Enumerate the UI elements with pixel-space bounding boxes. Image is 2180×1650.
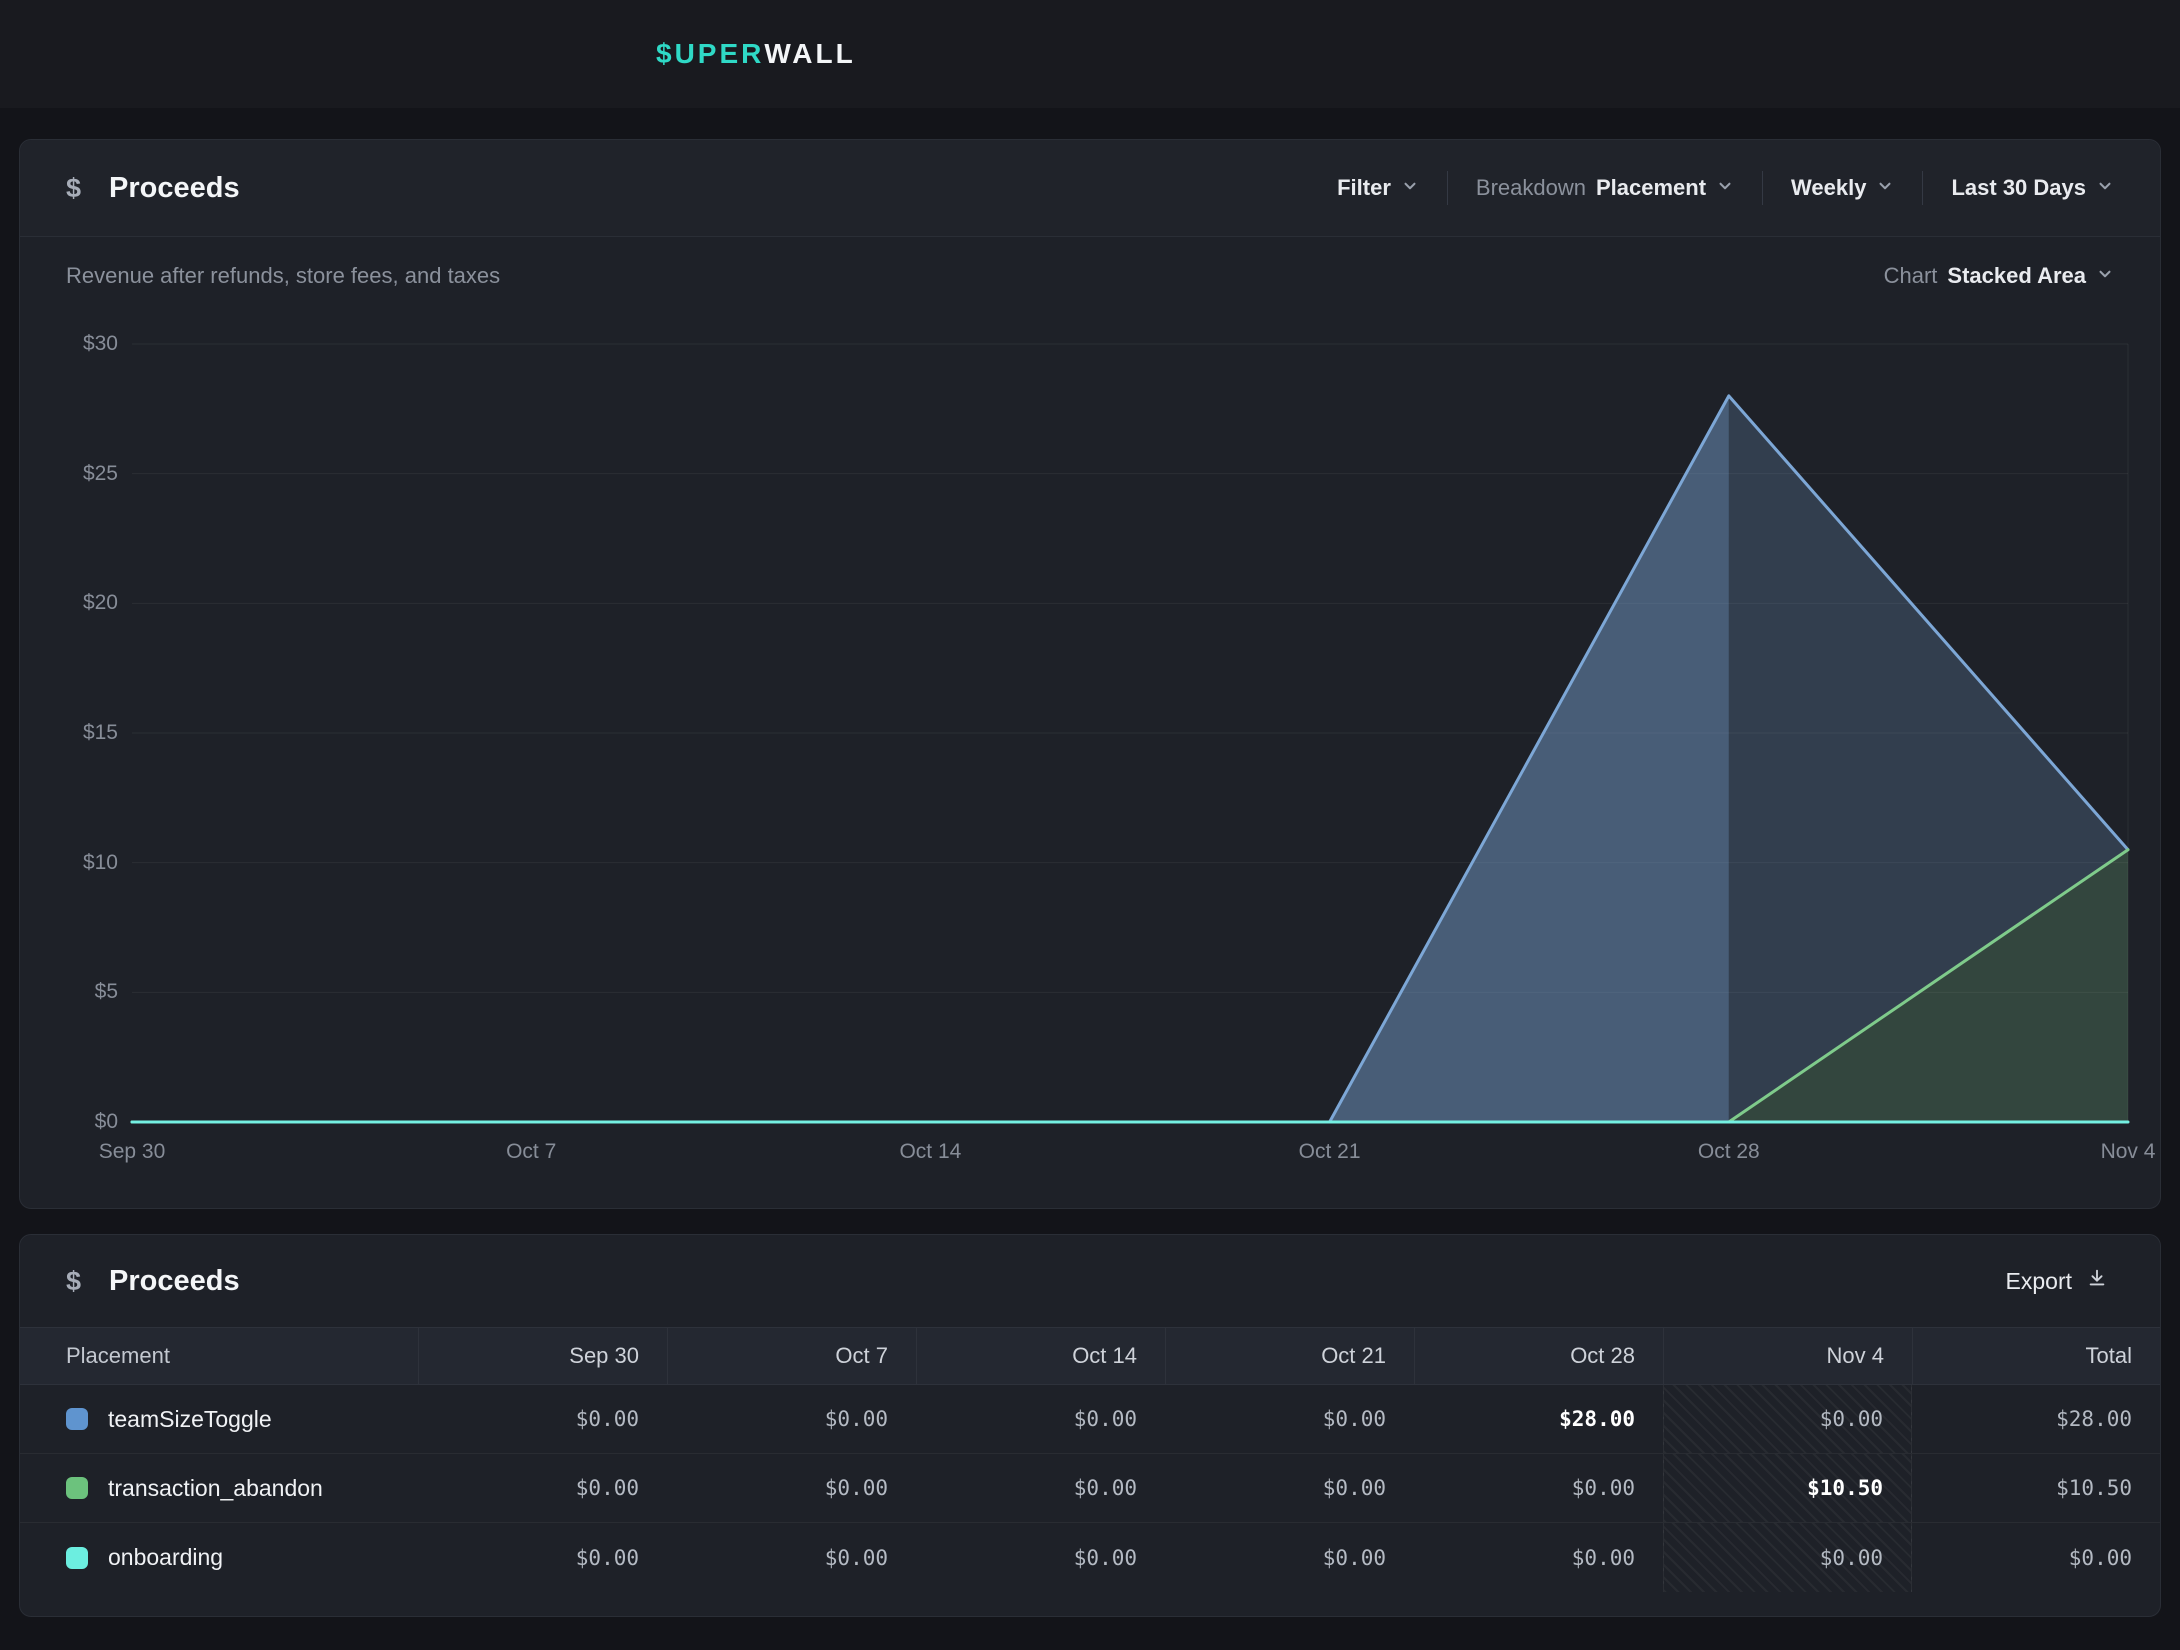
table-card-title: Proceeds — [109, 1265, 240, 1298]
filter-label: Filter — [1337, 175, 1391, 201]
column-header: Oct 28 — [1414, 1328, 1663, 1384]
export-button[interactable]: Export — [2000, 1266, 2114, 1296]
filter-dropdown[interactable]: Filter — [1337, 175, 1419, 201]
x-axis-labels: Sep 30Oct 7Oct 14Oct 21Oct 28Nov 4 — [132, 1140, 2128, 1176]
chart-type-value: Stacked Area — [1947, 263, 2086, 289]
chevron-down-icon — [2096, 263, 2114, 289]
x-tick-label: Nov 4 — [2101, 1140, 2156, 1164]
value-cell: $0.00 — [1414, 1454, 1663, 1522]
value-cell: $28.00 — [1912, 1385, 2160, 1453]
table-body: teamSizeToggle$0.00$0.00$0.00$0.00$28.00… — [20, 1385, 2160, 1592]
chevron-down-icon — [1716, 175, 1734, 201]
y-tick-label: $20 — [83, 588, 118, 618]
table-row: teamSizeToggle$0.00$0.00$0.00$0.00$28.00… — [20, 1385, 2160, 1454]
placement-cell: teamSizeToggle — [20, 1385, 418, 1453]
series-color-swatch — [66, 1547, 88, 1569]
x-tick-label: Oct 21 — [1299, 1140, 1361, 1164]
chart-card-header: $ Proceeds Filter Breakdown Placement We… — [20, 140, 2160, 237]
value-cell: $0.00 — [418, 1523, 667, 1592]
date-range-value: Last 30 Days — [1951, 175, 2086, 201]
dollar-icon: $ — [66, 173, 81, 204]
value-cell: $0.00 — [667, 1454, 916, 1522]
value-cell: $0.00 — [1165, 1454, 1414, 1522]
table-row: onboarding$0.00$0.00$0.00$0.00$0.00$0.00… — [20, 1523, 2160, 1592]
placement-name: transaction_abandon — [108, 1475, 323, 1502]
interval-value: Weekly — [1791, 175, 1866, 201]
table-row: transaction_abandon$0.00$0.00$0.00$0.00$… — [20, 1454, 2160, 1523]
breakdown-label: Breakdown — [1476, 175, 1586, 201]
breakdown-value: Placement — [1596, 175, 1706, 201]
placement-name: onboarding — [108, 1544, 223, 1571]
value-cell: $0.00 — [1663, 1523, 1912, 1592]
column-header: Sep 30 — [418, 1328, 667, 1384]
y-tick-label: $5 — [95, 977, 118, 1007]
placement-cell: onboarding — [20, 1523, 418, 1592]
chart-type-label: Chart — [1884, 263, 1938, 289]
y-tick-label: $0 — [95, 1107, 118, 1137]
column-header: Oct 21 — [1165, 1328, 1414, 1384]
chart-controls: Filter Breakdown Placement Weekly Last 3… — [1337, 171, 2114, 205]
column-header: Oct 7 — [667, 1328, 916, 1384]
column-header: Total — [1912, 1328, 2160, 1384]
y-axis-labels: $0$5$10$15$20$25$30 — [20, 344, 124, 1122]
interval-dropdown[interactable]: Weekly — [1791, 175, 1894, 201]
value-cell: $0.00 — [418, 1385, 667, 1453]
x-tick-label: Oct 28 — [1698, 1140, 1760, 1164]
topbar: $UPERWALL — [0, 0, 2180, 108]
value-cell: $0.00 — [418, 1454, 667, 1522]
chevron-down-icon — [2096, 175, 2114, 201]
superwall-logo: $UPERWALL — [656, 0, 856, 108]
chevron-down-icon — [1876, 175, 1894, 201]
column-header: Oct 14 — [916, 1328, 1165, 1384]
table-card-header: $ Proceeds Export — [20, 1235, 2160, 1327]
divider — [1762, 171, 1763, 205]
value-cell: $0.00 — [916, 1454, 1165, 1522]
stacked-area-chart[interactable] — [132, 344, 2128, 1122]
value-cell: $28.00 — [1414, 1385, 1663, 1453]
chevron-down-icon — [1401, 175, 1419, 201]
value-cell: $0.00 — [1912, 1523, 2160, 1592]
placement-cell: transaction_abandon — [20, 1454, 418, 1522]
chart-card-title: Proceeds — [109, 172, 240, 205]
value-cell: $0.00 — [667, 1523, 916, 1592]
y-tick-label: $15 — [83, 718, 118, 748]
value-cell: $0.00 — [1414, 1523, 1663, 1592]
column-header: Placement — [20, 1328, 418, 1384]
proceeds-table-card: $ Proceeds Export PlacementSep 30Oct 7Oc… — [19, 1234, 2161, 1617]
x-tick-label: Oct 14 — [899, 1140, 961, 1164]
table-header-row: PlacementSep 30Oct 7Oct 14Oct 21Oct 28No… — [20, 1327, 2160, 1385]
date-range-dropdown[interactable]: Last 30 Days — [1951, 175, 2114, 201]
proceeds-chart-card: $ Proceeds Filter Breakdown Placement We… — [19, 139, 2161, 1209]
value-cell: $0.00 — [916, 1523, 1165, 1592]
placement-name: teamSizeToggle — [108, 1406, 272, 1433]
value-cell: $0.00 — [1165, 1523, 1414, 1592]
value-cell: $0.00 — [1165, 1385, 1414, 1453]
export-label: Export — [2006, 1268, 2072, 1295]
column-header: Nov 4 — [1663, 1328, 1912, 1384]
y-tick-label: $25 — [83, 459, 118, 489]
y-tick-label: $10 — [83, 848, 118, 878]
chart-subheader: Revenue after refunds, store fees, and t… — [20, 263, 2160, 289]
x-tick-label: Sep 30 — [99, 1140, 166, 1164]
download-icon — [2086, 1267, 2108, 1295]
value-cell: $10.50 — [1663, 1454, 1912, 1522]
series-color-swatch — [66, 1408, 88, 1430]
chart-subtitle: Revenue after refunds, store fees, and t… — [66, 263, 500, 289]
series-color-swatch — [66, 1477, 88, 1499]
x-tick-label: Oct 7 — [506, 1140, 556, 1164]
logo-rest-text: WALL — [764, 38, 855, 70]
value-cell: $0.00 — [916, 1385, 1165, 1453]
y-tick-label: $30 — [83, 329, 118, 359]
dollar-icon: $ — [66, 1266, 81, 1297]
value-cell: $0.00 — [1663, 1385, 1912, 1453]
divider — [1922, 171, 1923, 205]
value-cell: $10.50 — [1912, 1454, 2160, 1522]
chart-type-dropdown[interactable]: Chart Stacked Area — [1884, 263, 2114, 289]
value-cell: $0.00 — [667, 1385, 916, 1453]
divider — [1447, 171, 1448, 205]
logo-accent-text: $UPER — [656, 38, 764, 70]
breakdown-dropdown[interactable]: Breakdown Placement — [1476, 175, 1734, 201]
